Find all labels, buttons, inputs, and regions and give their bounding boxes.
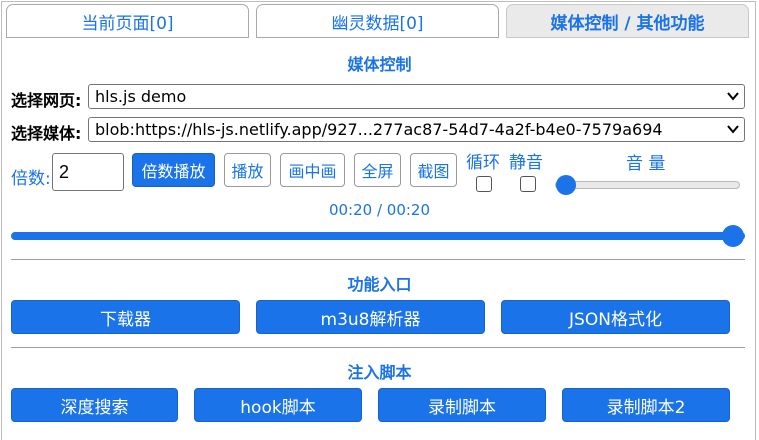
fullscreen-button[interactable]: 全屏 <box>354 153 401 187</box>
time-display: 00:20 / 00:20 <box>328 201 431 219</box>
media-select[interactable]: blob:https://hls-js.netlify.app/927...27… <box>88 117 745 142</box>
scripts-section-title: 注入脚本 <box>347 363 412 382</box>
media-section-title: 媒体控制 <box>347 55 412 74</box>
volume-label: 音 量 <box>626 154 666 174</box>
pip-button[interactable]: 画中画 <box>280 153 345 187</box>
deep-search-button[interactable]: 深度搜索 <box>11 388 178 422</box>
features-section-title: 功能入口 <box>347 275 412 294</box>
tab-current-page[interactable]: 当前页面[0] <box>6 4 249 38</box>
downloader-button[interactable]: 下载器 <box>11 300 240 334</box>
media-select-value: blob:https://hls-js.netlify.app/927...27… <box>95 120 663 139</box>
tab-ghost-data[interactable]: 幽灵数据[0] <box>256 4 499 38</box>
volume-slider[interactable] <box>555 175 740 195</box>
record-script-2-button[interactable]: 录制脚本2 <box>562 388 730 422</box>
page-select-value: hls.js demo <box>95 87 187 106</box>
divider <box>11 259 745 260</box>
mute-label: 静音 <box>509 153 543 173</box>
page-select-label: 选择网页: <box>11 91 82 110</box>
tab-media-control[interactable]: 媒体控制 / 其他功能 <box>506 4 749 38</box>
m3u8-parser-button[interactable]: m3u8解析器 <box>256 300 485 334</box>
media-select-label: 选择媒体: <box>11 124 82 143</box>
play-button[interactable]: 播放 <box>224 153 271 187</box>
hook-script-button[interactable]: hook脚本 <box>194 388 362 422</box>
loop-label: 循环 <box>466 153 500 173</box>
chevron-down-icon <box>727 92 739 101</box>
screenshot-button[interactable]: 截图 <box>410 153 457 187</box>
progress-slider-thumb[interactable] <box>722 225 744 247</box>
json-format-button[interactable]: JSON格式化 <box>501 300 730 334</box>
volume-slider-thumb[interactable] <box>556 175 576 195</box>
progress-slider[interactable] <box>11 225 745 247</box>
divider <box>11 347 745 348</box>
chevron-down-icon <box>727 125 739 134</box>
mute-checkbox[interactable] <box>520 176 536 192</box>
loop-checkbox[interactable] <box>476 176 492 192</box>
rate-input[interactable] <box>52 153 124 191</box>
rate-label: 倍数: <box>11 169 51 189</box>
rate-play-button[interactable]: 倍数播放 <box>132 153 215 187</box>
page-select[interactable]: hls.js demo <box>88 84 745 109</box>
progress-fill <box>12 232 744 240</box>
record-script-button[interactable]: 录制脚本 <box>378 388 546 422</box>
